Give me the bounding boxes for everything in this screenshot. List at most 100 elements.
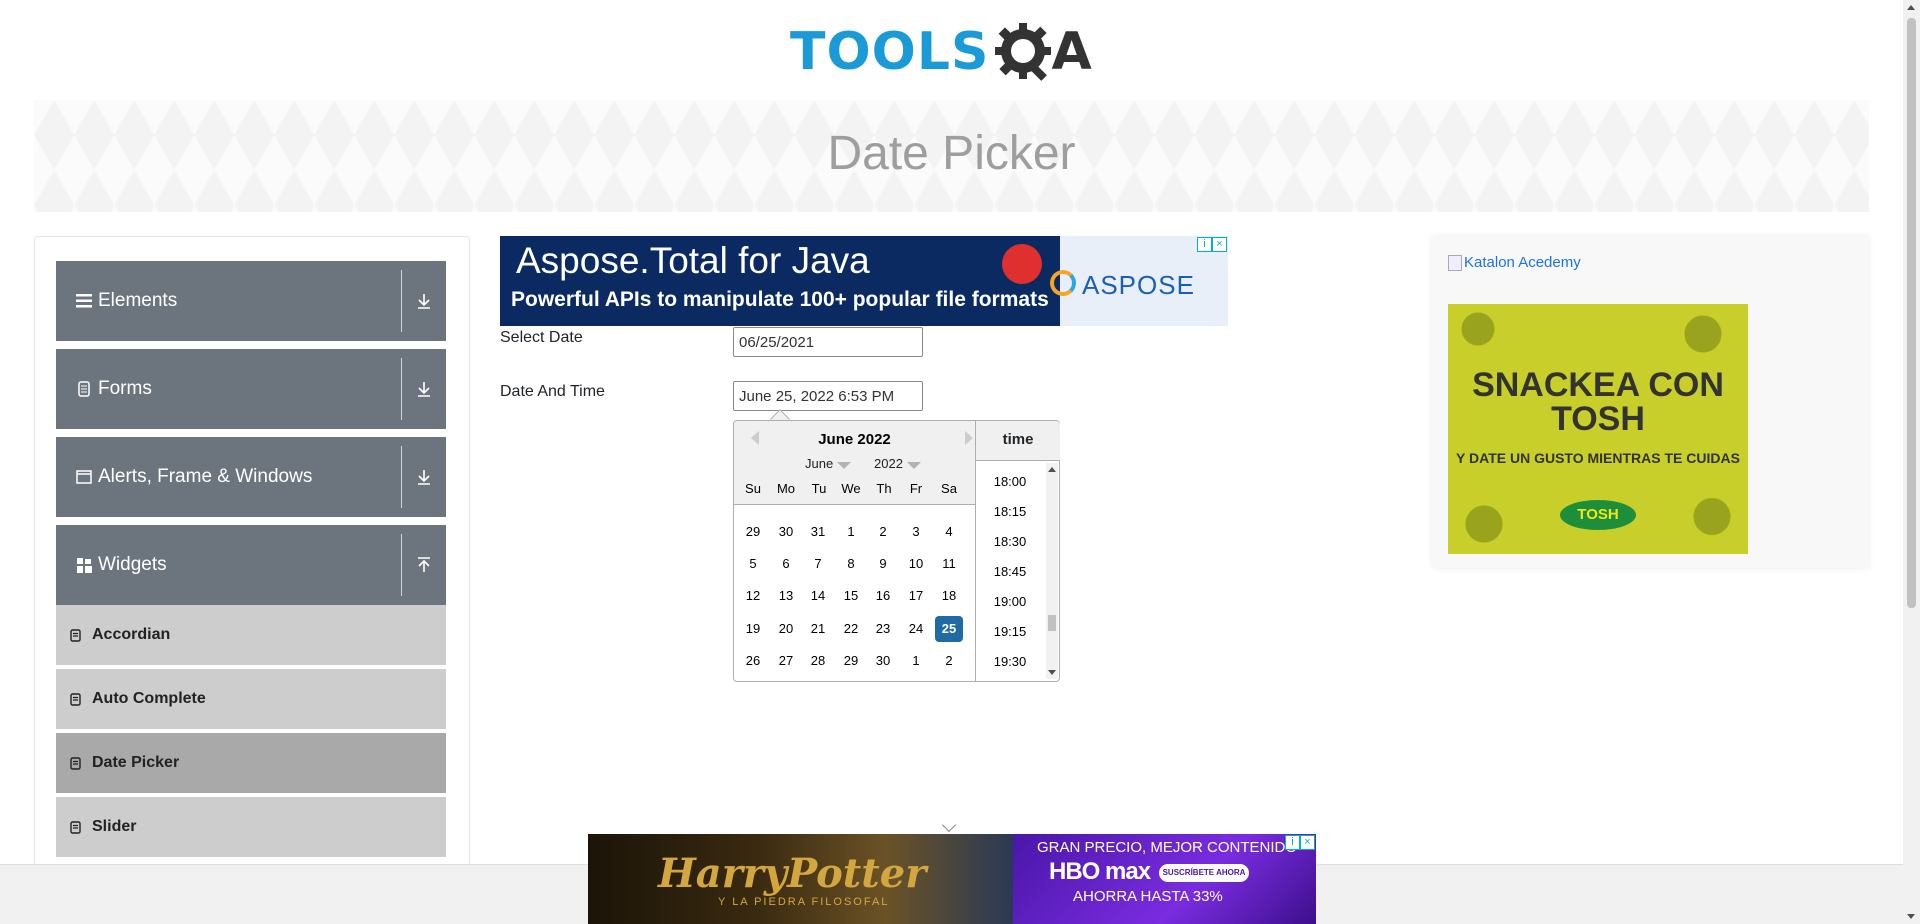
chevron-down-icon xyxy=(906,461,921,469)
month-select[interactable]: June xyxy=(805,456,852,471)
month-select-value: June xyxy=(805,456,834,471)
weekday-label: We xyxy=(841,481,861,496)
collapse-chevron-icon[interactable] xyxy=(941,817,957,833)
scroll-thumb[interactable] xyxy=(1048,615,1056,631)
time-slot[interactable]: 19:15 xyxy=(976,624,1044,639)
calendar-day[interactable]: 1 xyxy=(837,519,865,545)
date-time-input[interactable] xyxy=(733,381,923,411)
calendar-day[interactable]: 6 xyxy=(772,551,800,577)
hbo-max-ad[interactable]: HarryPotter Y LA PIEDRA FILOSOFAL GRAN P… xyxy=(588,834,1316,924)
upload-arrow-icon[interactable] xyxy=(402,557,446,573)
calendar-day[interactable]: 8 xyxy=(837,551,865,577)
tosh-logo: TOSH xyxy=(1560,500,1636,530)
java-logo-icon xyxy=(1002,244,1042,284)
ad-movie-title: HarryPotter xyxy=(658,850,927,897)
select-date-input[interactable] xyxy=(733,327,923,357)
list-item-icon xyxy=(70,756,84,770)
sidebar-item-date-picker[interactable]: Date Picker xyxy=(56,733,446,795)
time-scrollbar[interactable] xyxy=(1046,463,1058,679)
aspose-ad-banner[interactable]: Aspose.Total for Java Powerful APIs to m… xyxy=(500,236,1228,326)
page-scrollbar[interactable] xyxy=(1903,0,1920,924)
ad-info-icon[interactable]: i xyxy=(1285,835,1300,850)
group-widgets[interactable]: Widgets xyxy=(56,525,446,605)
calendar-day[interactable]: 28 xyxy=(804,648,832,674)
calendar-day[interactable]: 3 xyxy=(902,519,930,545)
logo-text: TOOLS xyxy=(790,22,990,82)
calendar-day[interactable]: 30 xyxy=(869,648,897,674)
calendar-day[interactable]: 29 xyxy=(837,648,865,674)
calendar-day[interactable]: 20 xyxy=(772,616,800,642)
calendar-day[interactable]: 19 xyxy=(739,616,767,642)
calendar-day[interactable]: 17 xyxy=(902,583,930,609)
scroll-down-icon[interactable] xyxy=(1907,914,1915,919)
time-slot[interactable]: 18:30 xyxy=(976,534,1044,549)
time-slot[interactable]: 18:15 xyxy=(976,504,1044,519)
ad-subline: Y DATE UN GUSTO MIENTRAS TE CUIDAS xyxy=(1456,450,1740,466)
calendar-day[interactable]: 12 xyxy=(739,583,767,609)
download-arrow-icon[interactable] xyxy=(402,469,446,485)
broken-image-link[interactable]: Katalon Acedemy xyxy=(1448,254,1581,271)
calendar-day[interactable]: 2 xyxy=(869,519,897,545)
toolsqa-logo[interactable]: TOOLS A xyxy=(790,12,1110,92)
sidebar: Elements Forms Alerts, Frame & Windows W… xyxy=(34,236,470,876)
calendar-day[interactable]: 11 xyxy=(935,551,963,577)
scroll-up-icon[interactable] xyxy=(1907,5,1915,10)
scroll-thumb[interactable] xyxy=(1907,18,1916,608)
date-time-picker-popup: June 2022 June 2022 Su Mo Tu We Th Fr Sa… xyxy=(733,420,1060,682)
calendar-day[interactable]: 18 xyxy=(935,583,963,609)
calendar-day[interactable]: 10 xyxy=(902,551,930,577)
scroll-down-icon[interactable] xyxy=(1048,670,1056,675)
group-forms[interactable]: Forms xyxy=(56,349,446,429)
weekday-label: Sa xyxy=(941,481,957,496)
list-item-icon xyxy=(70,820,84,834)
ad-close-icon[interactable]: × xyxy=(1212,237,1227,252)
calendar-day[interactable]: 15 xyxy=(837,583,865,609)
time-list: time 18:00 18:15 18:30 18:45 19:00 19:15… xyxy=(975,421,1060,681)
calendar-day[interactable]: 2 xyxy=(935,648,963,674)
calendar-day[interactable]: 23 xyxy=(869,616,897,642)
tosh-ad-image[interactable]: SNACKEA CON TOSH Y DATE UN GUSTO MIENTRA… xyxy=(1448,304,1748,554)
calendar-day[interactable]: 27 xyxy=(772,648,800,674)
calendar-day[interactable]: 22 xyxy=(837,616,865,642)
ad-info-icon[interactable]: i xyxy=(1197,237,1212,252)
calendar-day[interactable]: 9 xyxy=(869,551,897,577)
calendar-day-selected[interactable]: 25 xyxy=(935,616,963,642)
group-elements[interactable]: Elements xyxy=(56,261,446,341)
sidebar-item-auto-complete[interactable]: Auto Complete xyxy=(56,669,446,731)
calendar-day[interactable]: 29 xyxy=(739,519,767,545)
calendar-day[interactable]: 21 xyxy=(804,616,832,642)
next-month-icon[interactable] xyxy=(965,431,973,445)
scroll-up-icon[interactable] xyxy=(1048,467,1056,472)
group-label: Elements xyxy=(98,290,178,311)
group-label: Alerts, Frame & Windows xyxy=(98,466,313,487)
calendar-day[interactable]: 13 xyxy=(772,583,800,609)
calendar-day[interactable]: 30 xyxy=(772,519,800,545)
subscribe-button[interactable]: SUSCRÍBETE AHORA xyxy=(1159,864,1249,882)
ad-movie-subtitle: Y LA PIEDRA FILOSOFAL xyxy=(718,896,890,908)
year-select[interactable]: 2022 xyxy=(874,456,921,471)
calendar-day[interactable]: 14 xyxy=(804,583,832,609)
calendar-day[interactable]: 26 xyxy=(739,648,767,674)
download-arrow-icon[interactable] xyxy=(402,293,446,309)
time-slot[interactable]: 19:00 xyxy=(976,594,1044,609)
group-alerts-frame-windows[interactable]: Alerts, Frame & Windows xyxy=(56,437,446,517)
calendar-day[interactable]: 16 xyxy=(869,583,897,609)
calendar-day[interactable]: 5 xyxy=(739,551,767,577)
sidebar-item-accordian[interactable]: Accordian xyxy=(56,605,446,667)
calendar-day[interactable]: 4 xyxy=(935,519,963,545)
time-header: time xyxy=(976,421,1060,461)
current-month-title: June 2022 xyxy=(818,431,891,448)
calendar-day[interactable]: 31 xyxy=(804,519,832,545)
ad-close-icon[interactable]: × xyxy=(1300,835,1315,850)
time-slot[interactable]: 19:30 xyxy=(976,654,1044,669)
sidebar-item-label: Date Picker xyxy=(92,754,180,771)
calendar-day[interactable]: 7 xyxy=(804,551,832,577)
sidebar-item-slider[interactable]: Slider xyxy=(56,797,446,859)
time-slot[interactable]: 18:45 xyxy=(976,564,1044,579)
calendar-day[interactable]: 24 xyxy=(902,616,930,642)
calendar-day[interactable]: 1 xyxy=(902,648,930,674)
download-arrow-icon[interactable] xyxy=(402,381,446,397)
calendar-header: June 2022 June 2022 Su Mo Tu We Th Fr Sa xyxy=(734,421,975,505)
side-ad[interactable]: Katalon Acedemy SNACKEA CON TOSH Y DATE … xyxy=(1432,236,1869,568)
time-slot[interactable]: 18:00 xyxy=(976,474,1044,489)
